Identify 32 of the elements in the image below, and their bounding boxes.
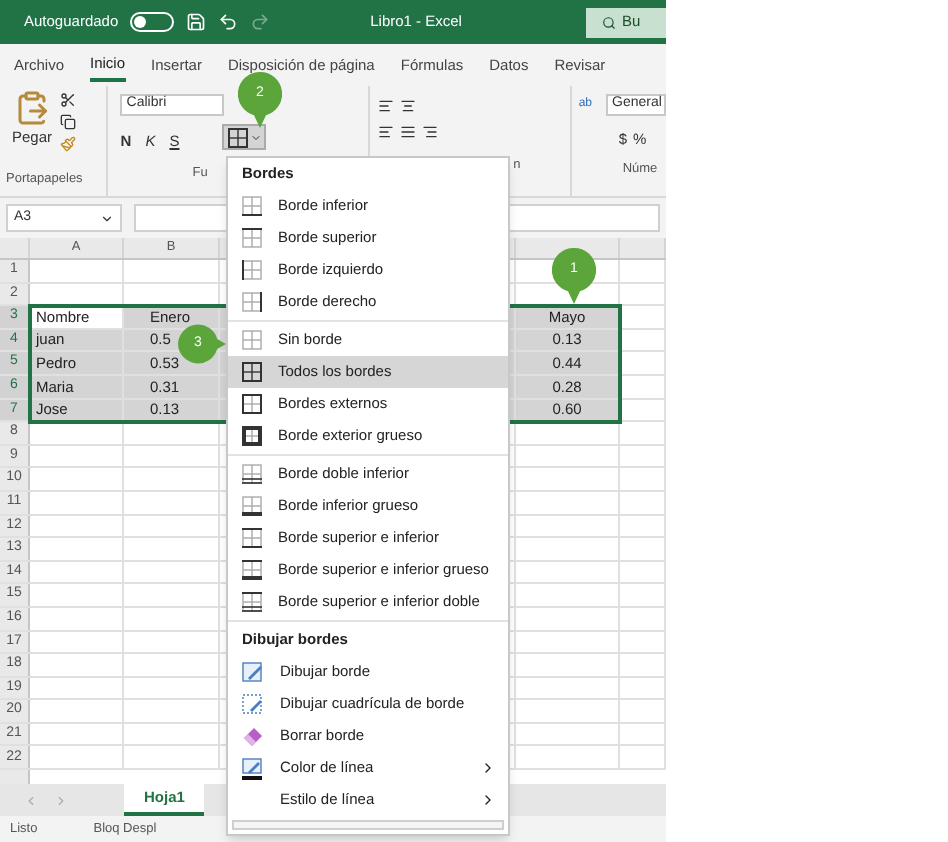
cut-icon[interactable] [60,92,77,108]
eraser-icon [242,726,264,746]
save-icon[interactable] [186,12,207,32]
border-icon [242,426,262,446]
align-icon[interactable] [421,124,438,140]
undo-icon[interactable] [218,12,239,32]
align-icon[interactable] [399,98,416,114]
border-icon [242,260,262,280]
border-icon [227,127,247,147]
pencil-grid-icon [242,694,264,714]
border-icon [242,496,262,516]
copy-icon[interactable] [60,114,77,130]
align-icon[interactable] [399,124,416,140]
border-icon [242,394,262,414]
border-icon [242,362,262,382]
border-icon [242,464,262,484]
borders-button[interactable] [222,124,266,150]
border-icon [242,560,262,580]
align-icon[interactable] [377,124,394,140]
border-icon [242,592,262,612]
align-icon[interactable] [377,98,394,114]
border-icon [242,528,262,548]
pencil-grid-icon [242,662,264,682]
border-icon [242,330,262,350]
border-icon [242,228,262,248]
border-icon [242,196,262,216]
search-icon [602,15,616,29]
pencil-color-icon [242,757,264,779]
paste-icon[interactable] [14,90,50,126]
caret-icon[interactable] [249,131,261,143]
autosave-toggle[interactable] [130,12,175,32]
border-icon [242,292,262,312]
